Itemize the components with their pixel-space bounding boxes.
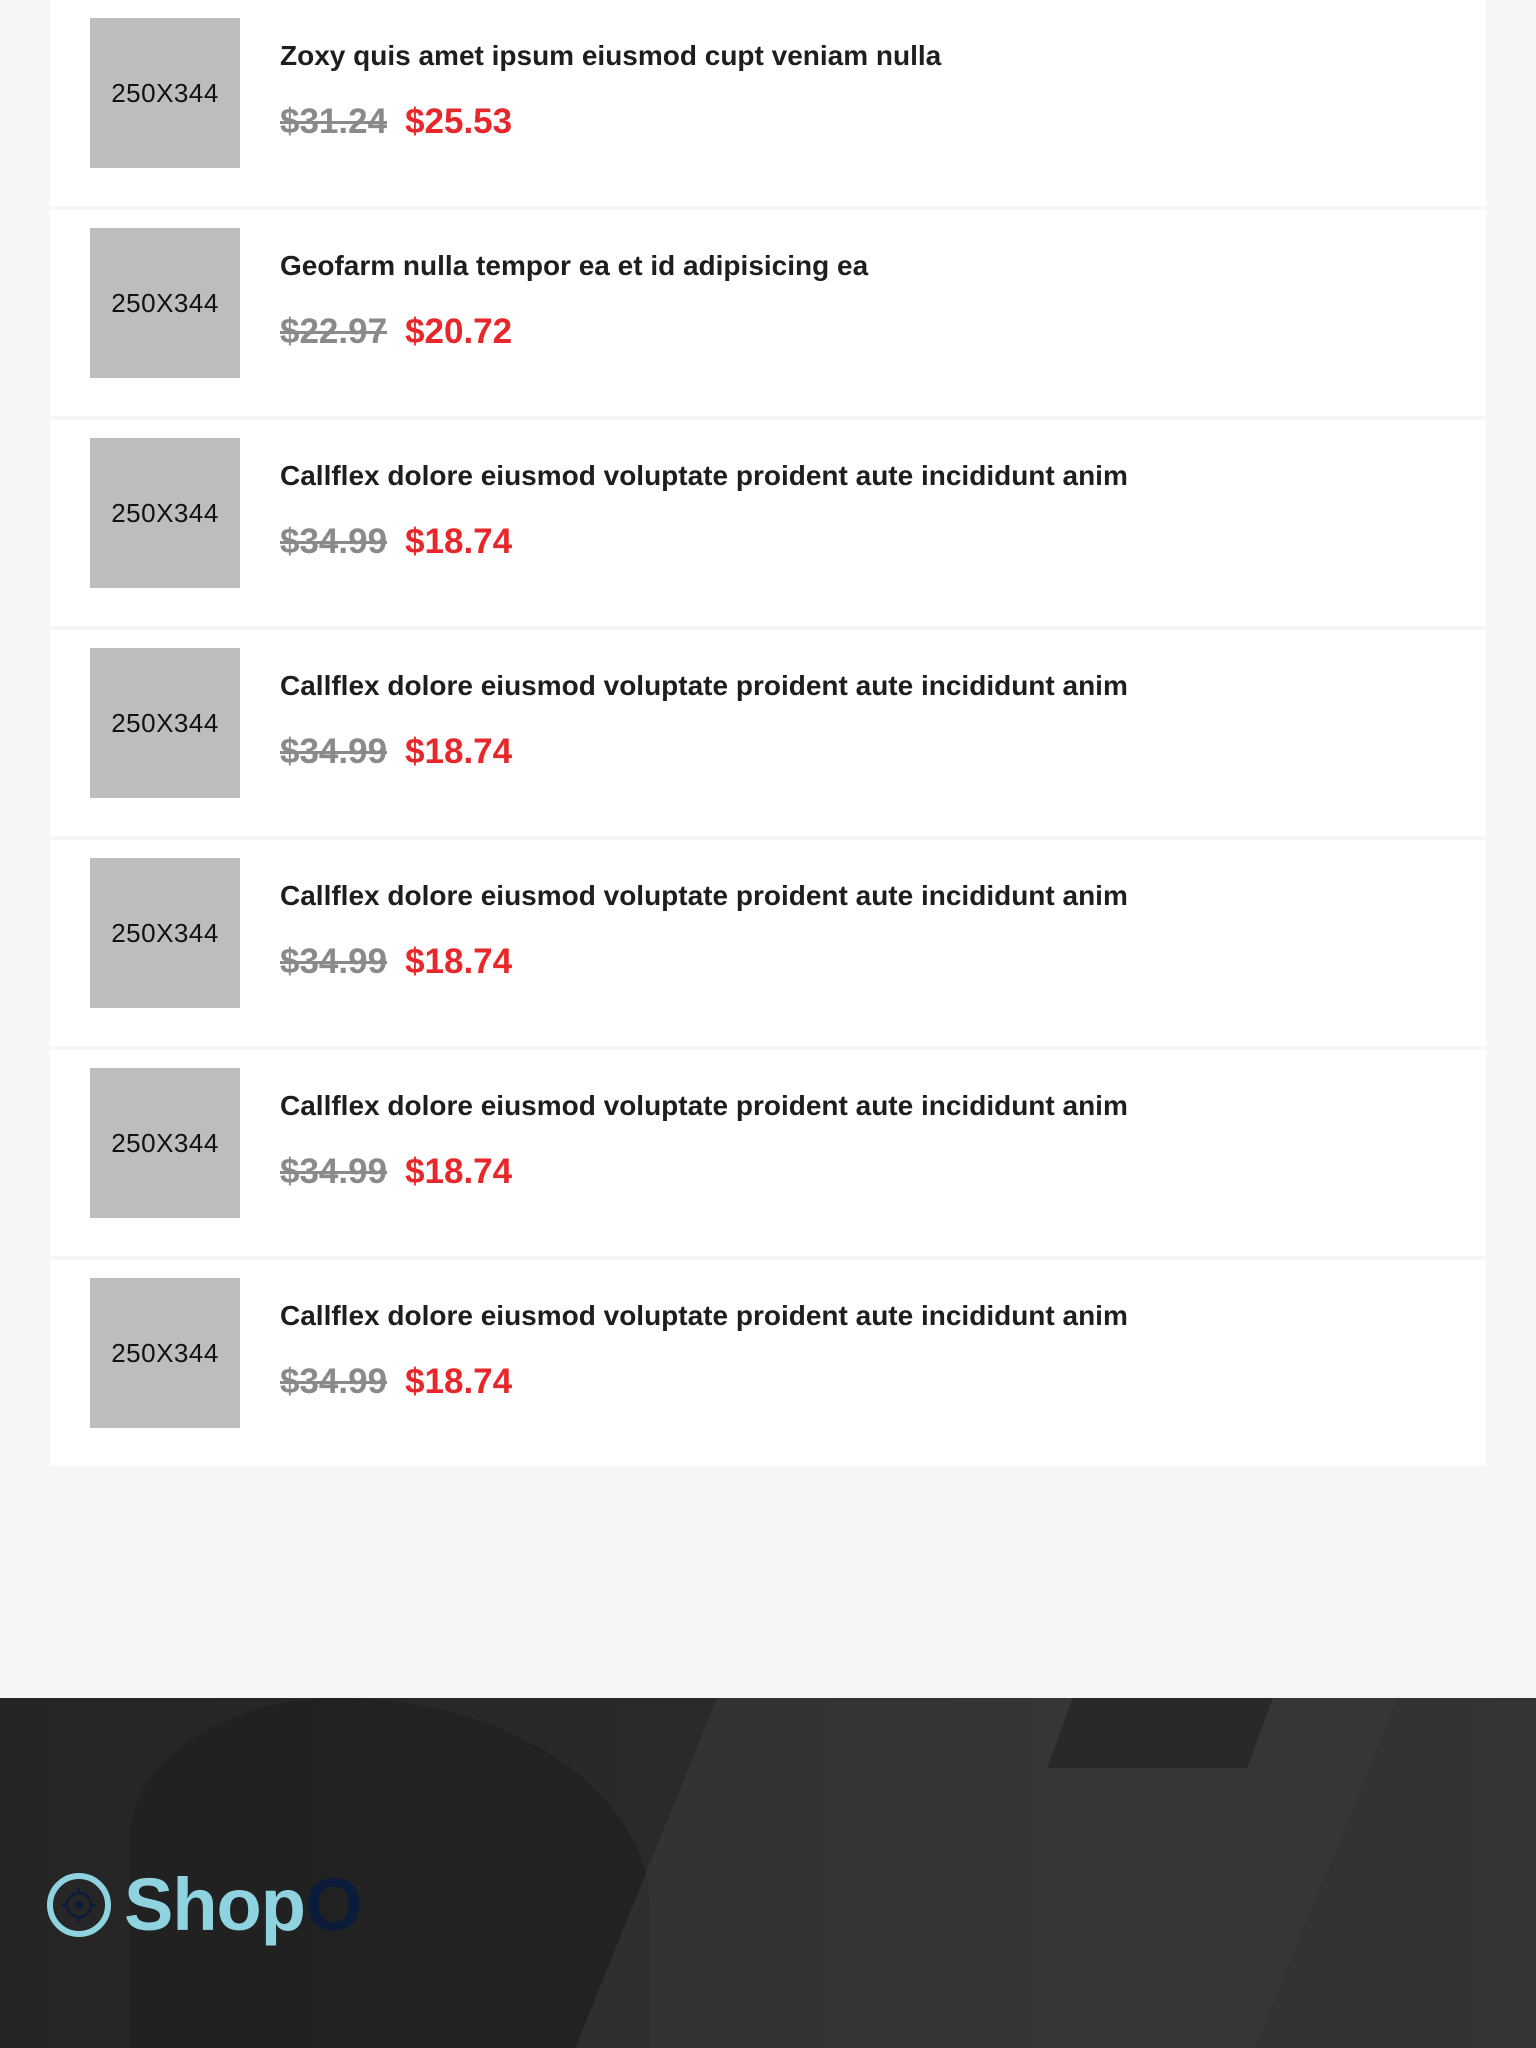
product-thumbnail[interactable]: 250X344 (90, 858, 240, 1008)
original-price: $34.99 (280, 942, 388, 981)
target-icon (47, 1873, 111, 1937)
original-price: $22.97 (280, 312, 388, 351)
original-price: $34.99 (280, 1362, 388, 1401)
original-price: $31.24 (280, 102, 388, 141)
original-price: $34.99 (280, 522, 388, 561)
product-title[interactable]: Callflex dolore eiusmod voluptate proide… (280, 880, 1128, 912)
price-row: $34.99 $18.74 (280, 942, 512, 982)
thumbnail-placeholder-label: 250X344 (111, 1127, 219, 1158)
sale-price: $18.74 (405, 1362, 513, 1401)
thumbnail-placeholder-label: 250X344 (111, 287, 219, 318)
product-card[interactable]: 250X344 Geofarm nulla tempor ea et id ad… (50, 210, 1486, 416)
price-row: $22.97 $20.72 (280, 312, 512, 352)
logo-wordmark-accent: O (304, 1863, 363, 1946)
product-title[interactable]: Callflex dolore eiusmod voluptate proide… (280, 1090, 1128, 1122)
product-thumbnail[interactable]: 250X344 (90, 648, 240, 798)
sale-price: $20.72 (405, 312, 513, 351)
footer-background-shape (1047, 1698, 1273, 1768)
price-row: $34.99 $18.74 (280, 732, 512, 772)
product-card[interactable]: 250X344 Zoxy quis amet ipsum eiusmod cup… (50, 0, 1486, 206)
product-title[interactable]: Zoxy quis amet ipsum eiusmod cupt veniam… (280, 40, 941, 72)
product-title[interactable]: Callflex dolore eiusmod voluptate proide… (280, 670, 1128, 702)
sale-price: $18.74 (405, 1152, 513, 1191)
footer-background-shape (555, 1698, 1405, 2048)
price-row: $34.99 $18.74 (280, 1152, 512, 1192)
site-footer: ShopO (0, 1698, 1536, 2048)
product-title[interactable]: Callflex dolore eiusmod voluptate proide… (280, 1300, 1128, 1332)
original-price: $34.99 (280, 1152, 388, 1191)
price-row: $34.99 $18.74 (280, 1362, 512, 1402)
product-card[interactable]: 250X344 Callflex dolore eiusmod voluptat… (50, 420, 1486, 626)
product-thumbnail[interactable]: 250X344 (90, 1068, 240, 1218)
sale-price: $18.74 (405, 732, 513, 771)
footer-logo[interactable]: ShopO (46, 1868, 363, 1942)
sale-price: $18.74 (405, 522, 513, 561)
product-thumbnail[interactable]: 250X344 (90, 1278, 240, 1428)
original-price: $34.99 (280, 732, 388, 771)
product-thumbnail[interactable]: 250X344 (90, 228, 240, 378)
product-card[interactable]: 250X344 Callflex dolore eiusmod voluptat… (50, 840, 1486, 1046)
sale-price: $25.53 (405, 102, 513, 141)
thumbnail-placeholder-label: 250X344 (111, 77, 219, 108)
product-card[interactable]: 250X344 Callflex dolore eiusmod voluptat… (50, 630, 1486, 836)
product-card[interactable]: 250X344 Callflex dolore eiusmod voluptat… (50, 1050, 1486, 1256)
product-thumbnail[interactable]: 250X344 (90, 438, 240, 588)
logo-wordmark-main: Shop (124, 1863, 306, 1946)
thumbnail-placeholder-label: 250X344 (111, 917, 219, 948)
thumbnail-placeholder-label: 250X344 (111, 1337, 219, 1368)
product-title[interactable]: Callflex dolore eiusmod voluptate proide… (280, 460, 1128, 492)
product-thumbnail[interactable]: 250X344 (90, 18, 240, 168)
price-row: $31.24 $25.53 (280, 102, 512, 142)
price-row: $34.99 $18.74 (280, 522, 512, 562)
product-card[interactable]: 250X344 Callflex dolore eiusmod voluptat… (50, 1260, 1486, 1466)
sale-price: $18.74 (405, 942, 513, 981)
product-title[interactable]: Geofarm nulla tempor ea et id adipisicin… (280, 250, 868, 282)
logo-wordmark: ShopO (124, 1868, 363, 1942)
thumbnail-placeholder-label: 250X344 (111, 707, 219, 738)
thumbnail-placeholder-label: 250X344 (111, 497, 219, 528)
product-list: 250X344 Zoxy quis amet ipsum eiusmod cup… (50, 0, 1486, 1466)
